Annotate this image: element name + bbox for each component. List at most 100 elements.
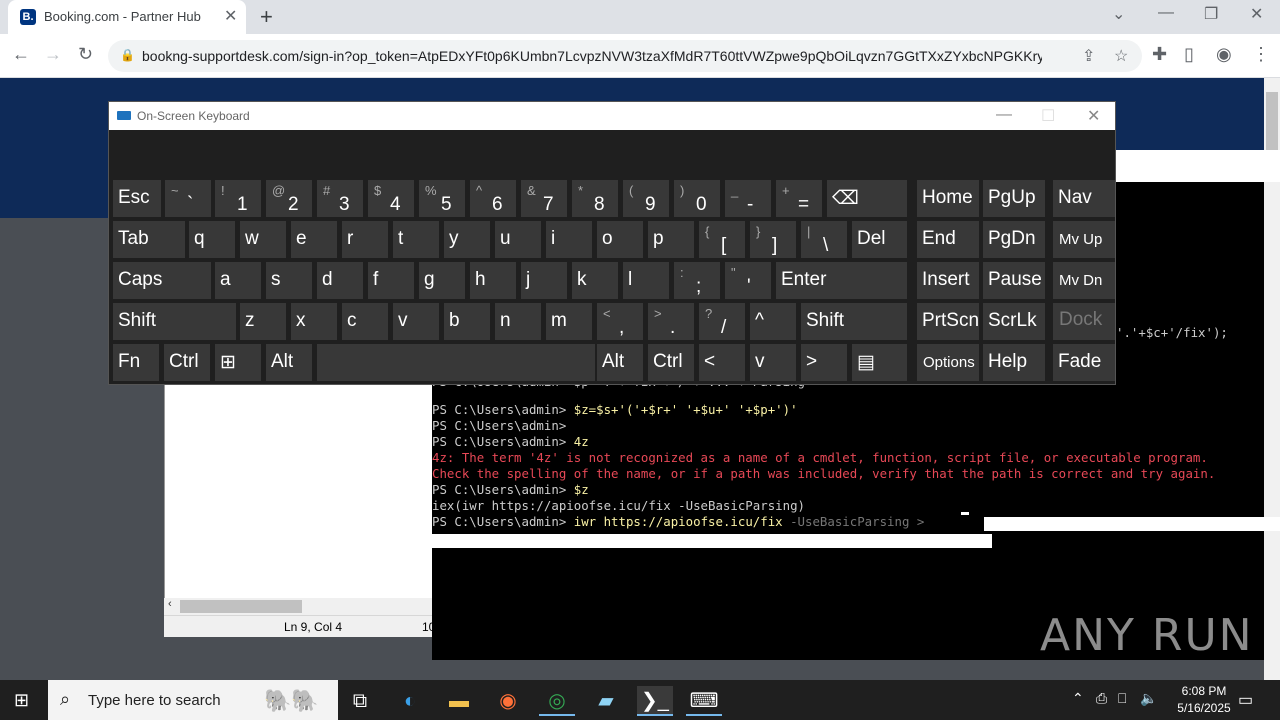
windows-start-icon[interactable]: ⊞ [14,690,29,711]
osk-key-1[interactable]: ! 1 [215,180,261,217]
share-icon[interactable]: ⇪ [1082,46,1095,66]
osk-key-r[interactable]: r [342,221,388,258]
osk-key-esc[interactable]: Esc [113,180,161,217]
osk-key-`[interactable]: ~ ` [165,180,211,217]
osk-key-3[interactable]: #3 [317,180,363,217]
back-arrow-icon[interactable]: ← [12,44,30,65]
osk-key-/[interactable]: ? / [699,303,745,340]
osk-key-s[interactable]: s [266,262,312,299]
osk-key-b[interactable]: b [444,303,490,340]
osk-key-del[interactable]: Del [852,221,907,258]
browser-tab[interactable]: B. Booking.com - Partner Hub ✕ [8,0,246,34]
osk-key-enter[interactable]: Enter [776,262,907,299]
osk-key-^[interactable]: ^ [750,303,796,340]
osk-key-[[interactable]: {[ [699,221,745,258]
volume-icon[interactable]: 🔈 [1140,690,1157,707]
osk-key-j[interactable]: j [521,262,567,299]
osk-key-options[interactable]: Options [917,344,979,381]
osk-key-▤[interactable]: ▤ [852,344,907,381]
osk-minimize-button[interactable]: — [996,106,1012,124]
osk-key-4[interactable]: $4 [368,180,414,217]
osk-key-x[interactable]: x [291,303,337,340]
notepad-icon[interactable]: ▰ [588,686,624,716]
network-icon[interactable]: ⎕ [1118,690,1126,707]
osk-key-dock[interactable]: Dock [1053,303,1115,340]
osk-key-i[interactable]: i [546,221,592,258]
osk-key-insert[interactable]: Insert [917,262,979,299]
osk-key-,[interactable]: <, [597,303,643,340]
osk-key-alt[interactable]: Alt [266,344,312,381]
osk-key-n[interactable]: n [495,303,541,340]
osk-key-0[interactable]: ) 0 [674,180,720,217]
osk-key-end[interactable]: End [917,221,979,258]
osk-key-shift[interactable]: Shift [801,303,907,340]
osk-key-2[interactable]: @2 [266,180,312,217]
file-explorer-icon[interactable]: ▬ [441,686,477,716]
osk-key-g[interactable]: g [419,262,465,299]
osk-key-<[interactable]: < [699,344,745,381]
osk-key-home[interactable]: Home [917,180,979,217]
osk-key-e[interactable]: e [291,221,337,258]
osk-key-7[interactable]: & 7 [521,180,567,217]
tray-chevron-up-icon[interactable]: ⌃ [1072,690,1084,707]
search-highlight-elephants-icon[interactable]: 🐘🐘 [264,686,330,716]
menu-kebab-icon[interactable]: ⋮ [1252,44,1270,65]
osk-key-][interactable]: }] [750,221,796,258]
osk-key-⌫[interactable]: ⌫ [827,180,907,217]
osk-key-.[interactable]: >. [648,303,694,340]
close-button[interactable]: ✕ [1250,4,1263,24]
osk-key-l[interactable]: l [623,262,669,299]
osk-key-alt[interactable]: Alt [597,344,643,381]
tray-date[interactable]: 5/16/2025 [1164,701,1244,715]
osk-key-z[interactable]: z [240,303,286,340]
extensions-puzzle-icon[interactable]: ✚ [1152,44,1167,65]
tab-search-chevron-icon[interactable]: ⌄ [1112,4,1125,24]
osk-key-p[interactable]: p [648,221,694,258]
on-screen-keyboard-window[interactable]: On-Screen Keyboard — ☐ ✕ Esc ~ `! 1 @2 #3 $4% 5… [108,101,1116,385]
firefox-icon[interactable]: ◉ [490,686,526,716]
tab-close-icon[interactable]: ✕ [224,6,237,26]
tray-time[interactable]: 6:08 PM [1164,684,1244,698]
osk-key-ctrl[interactable]: Ctrl [164,344,210,381]
osk-key-8[interactable]: * 8 [572,180,618,217]
osk-titlebar[interactable]: On-Screen Keyboard — ☐ ✕ [109,102,1115,130]
osk-key-k[interactable]: k [572,262,618,299]
osk-key--[interactable]: _ - [725,180,771,217]
powershell-icon[interactable]: ❯_ [637,686,673,716]
url-text[interactable]: bookng-supportdesk.com/sign-in?op_token=… [142,48,1042,64]
osk-key-shift[interactable]: Shift [113,303,236,340]
osk-key-mv-up[interactable]: Mv Up [1053,221,1115,258]
osk-key-pgdn[interactable]: PgDn [983,221,1045,258]
task-view-icon[interactable]: ⧉ [342,686,378,716]
osk-maximize-button[interactable]: ☐ [1041,106,1055,126]
forward-arrow-icon[interactable]: → [44,44,62,65]
osk-key-mv-dn[interactable]: Mv Dn [1053,262,1115,299]
bookmark-star-icon[interactable]: ☆ [1114,46,1128,66]
osk-key-9[interactable]: (9 [623,180,669,217]
taskbar-search[interactable]: ⌕ Type here to search 🐘🐘 [48,680,338,720]
osk-key-prtscn[interactable]: PrtScn [917,303,979,340]
osk-key-c[interactable]: c [342,303,388,340]
edge-icon[interactable]: ◐ [392,686,428,716]
page-scrollbar-thumb[interactable] [1266,92,1278,152]
osk-key->[interactable]: > [801,344,847,381]
profile-avatar-icon[interactable]: ◉ [1216,44,1232,65]
osk-key-a[interactable]: a [215,262,261,299]
side-panel-icon[interactable]: ▯ [1184,44,1194,65]
osk-key-caps[interactable]: Caps [113,262,211,299]
osk-key-v[interactable]: v [393,303,439,340]
address-bar[interactable]: 🔒 bookng-supportdesk.com/sign-in?op_toke… [108,40,1142,72]
osk-key-nav[interactable]: Nav [1053,180,1115,217]
notepad-scroll-thumb[interactable] [180,600,302,613]
osk-key-\[interactable]: | \ [801,221,847,258]
osk-key-'[interactable]: " ' [725,262,771,299]
osk-key-6[interactable]: ^ 6 [470,180,516,217]
minimize-button[interactable]: — [1158,4,1174,22]
restore-button[interactable]: ❐ [1204,4,1218,24]
osk-key-pause[interactable]: Pause [983,262,1045,299]
osk-key-f[interactable]: f [368,262,414,299]
osk-key-⊞[interactable]: ⊞ [215,344,261,381]
osk-key-t[interactable]: t [393,221,439,258]
osk-key-d[interactable]: d [317,262,363,299]
reload-icon[interactable]: ↻ [78,44,93,65]
